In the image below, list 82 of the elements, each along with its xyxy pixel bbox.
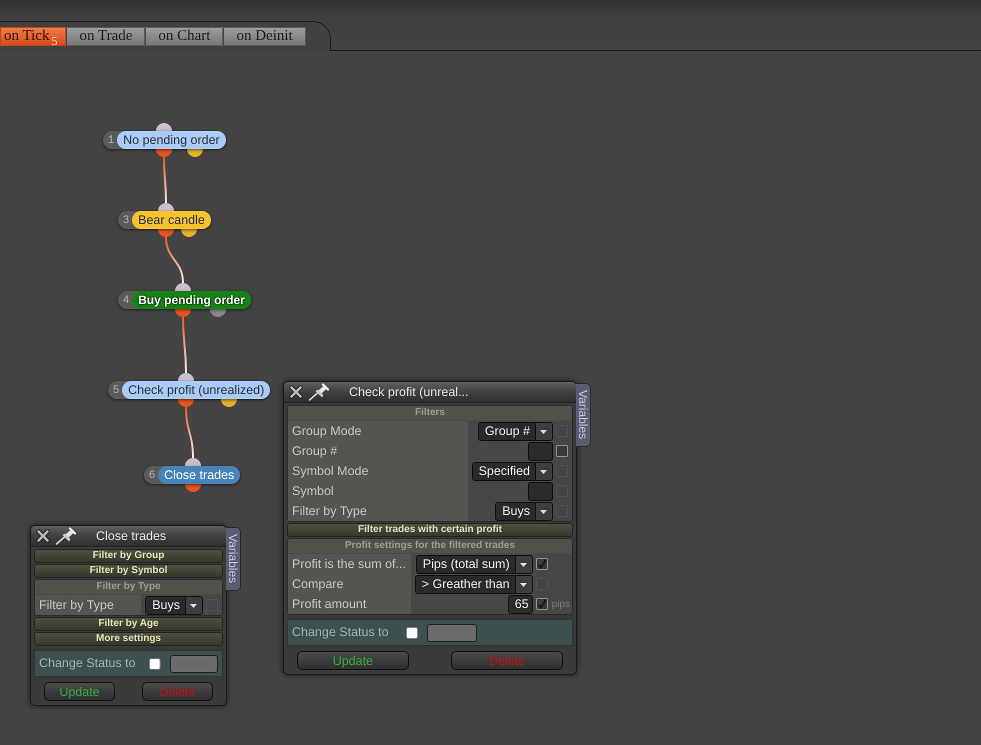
close-icon[interactable] [36, 529, 50, 543]
field-label: Symbol [288, 481, 468, 501]
tab[interactable]: on Chart [145, 27, 224, 46]
node-label: Close trades [158, 466, 240, 484]
dropdown[interactable]: Pips (total sum) [416, 554, 533, 574]
output-port-icon[interactable] [187, 149, 203, 157]
panel-title: Check profit (unreal... [349, 384, 468, 401]
tab[interactable]: on Tick$_{5}$ [0, 27, 66, 46]
status-field[interactable] [170, 654, 218, 672]
text-field[interactable]: 65 [508, 594, 533, 614]
text-field[interactable] [528, 482, 553, 500]
caret-icon[interactable] [535, 462, 552, 480]
output-port-icon[interactable] [221, 399, 237, 407]
flow-node[interactable]: 5 Check profit (unrealized) [108, 381, 270, 399]
input-port-icon[interactable] [178, 373, 194, 381]
output-port-icon[interactable] [210, 309, 226, 317]
flow-node[interactable]: 1 No pending order [103, 131, 226, 149]
checkbox[interactable] [149, 658, 161, 670]
output-port-icon[interactable] [158, 229, 174, 237]
node-label: Bear candle [132, 211, 211, 229]
field-label: Group Mode [288, 421, 468, 441]
checkbox[interactable] [406, 626, 418, 638]
side-tab[interactable]: Variables [576, 383, 591, 447]
field-label: Profit amount [288, 594, 411, 614]
input-port-icon[interactable] [158, 203, 174, 211]
caret-icon[interactable] [514, 576, 532, 592]
node-number: 6 [148, 468, 156, 483]
update-button[interactable]: Update [44, 682, 115, 701]
node-number: 4 [122, 293, 130, 308]
caret-icon[interactable] [185, 596, 202, 614]
field-label: Compare [288, 574, 411, 594]
checkbox[interactable] [556, 445, 568, 457]
update-button[interactable]: Update [297, 651, 409, 670]
status-field[interactable] [427, 624, 477, 642]
tab[interactable]: on Deinit [223, 27, 306, 46]
section-header[interactable]: Filter by Age [34, 617, 223, 631]
output-port-icon[interactable] [185, 484, 201, 492]
node-label: No pending order [117, 131, 226, 149]
node-label: Buy pending order [132, 291, 251, 309]
node-label: Check profit (unrealized) [122, 381, 270, 399]
output-port-icon[interactable] [175, 309, 191, 317]
checkbox[interactable] [536, 598, 548, 610]
pin-icon[interactable] [308, 383, 330, 401]
close-icon[interactable] [289, 385, 303, 399]
input-port-icon[interactable] [175, 283, 191, 291]
pin-icon[interactable] [55, 527, 77, 545]
flow-node[interactable]: 6 Close trades [144, 466, 240, 484]
status-label: Change Status to [39, 655, 137, 672]
caret-icon[interactable] [535, 422, 552, 440]
input-port-icon[interactable] [185, 458, 201, 466]
output-port-icon[interactable] [156, 149, 172, 157]
caret-icon[interactable] [514, 556, 532, 572]
section-header[interactable]: More settings [34, 632, 223, 646]
panel-title: Close trades [96, 528, 166, 545]
tab-count: 5 [51, 34, 58, 48]
section-header[interactable]: Filter trades with certain profit [287, 523, 573, 537]
tab[interactable]: on Trade [66, 27, 146, 46]
field-label: Symbol Mode [288, 461, 468, 481]
section-header[interactable]: Filter by Group [34, 549, 223, 563]
dropdown[interactable]: Specified [472, 462, 553, 480]
caret-icon[interactable] [535, 502, 552, 520]
side-tab[interactable]: Variables [226, 527, 241, 591]
flow-node[interactable]: 3 Bear candle [118, 211, 211, 229]
output-port-icon[interactable] [178, 399, 194, 407]
dropdown[interactable]: Group # [478, 422, 553, 440]
output-port-icon[interactable] [181, 229, 197, 237]
text-field[interactable] [528, 442, 553, 460]
section-header[interactable]: Filter by Symbol [34, 564, 223, 578]
field-label: Filter by Type [288, 501, 468, 521]
field-label: Group # [288, 441, 468, 461]
field-label: Filter by Type [35, 595, 142, 615]
flow-node[interactable]: 4 Buy pending order [118, 291, 251, 309]
status-label: Change Status to [292, 624, 390, 642]
node-number: 3 [122, 213, 130, 228]
input-port-icon[interactable] [156, 123, 172, 131]
field-label: Profit is the sum of... [288, 554, 411, 574]
node-number: 5 [112, 383, 120, 398]
dropdown[interactable]: Buys [145, 596, 203, 614]
node-number: 1 [107, 133, 116, 148]
dropdown[interactable]: Buys [495, 502, 553, 520]
checkbox[interactable] [536, 558, 548, 570]
dropdown[interactable]: > Greather than [414, 574, 533, 594]
